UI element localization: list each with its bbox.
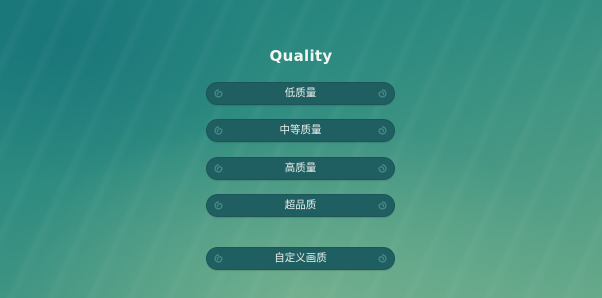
menu-title: Quality xyxy=(269,47,333,65)
high-quality-button[interactable]: 高质量 xyxy=(206,157,395,180)
swirl-ornament-icon xyxy=(378,254,387,263)
button-label: 中等质量 xyxy=(279,124,322,136)
button-label: 自定义画质 xyxy=(274,252,327,264)
ultra-quality-button[interactable]: 超品质 xyxy=(206,194,395,217)
button-label: 低质量 xyxy=(284,87,317,99)
custom-quality-button[interactable]: 自定义画质 xyxy=(206,247,395,270)
swirl-ornament-icon xyxy=(378,89,387,98)
medium-quality-button[interactable]: 中等质量 xyxy=(206,119,395,142)
button-label: 高质量 xyxy=(284,162,317,174)
swirl-ornament-icon xyxy=(378,126,387,135)
swirl-ornament-icon xyxy=(378,164,387,173)
button-label: 超品质 xyxy=(284,199,317,211)
swirl-ornament-icon xyxy=(378,201,387,210)
low-quality-button[interactable]: 低质量 xyxy=(206,82,395,105)
